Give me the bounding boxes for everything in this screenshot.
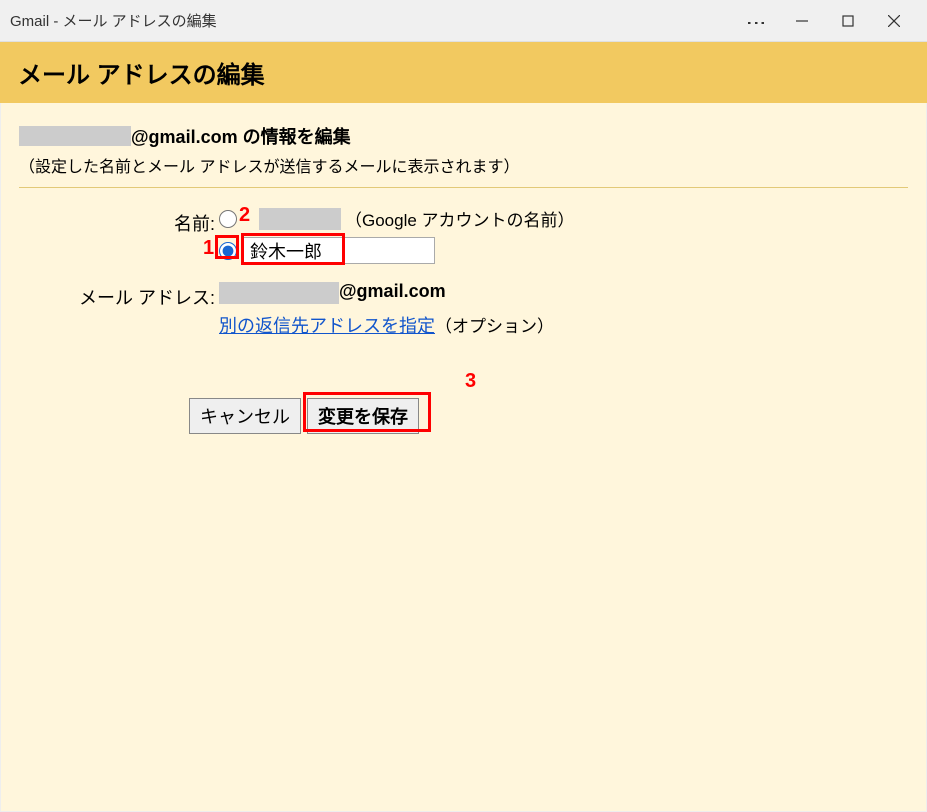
kebab-menu-button[interactable]: ⋮ [733, 0, 779, 42]
close-icon [888, 15, 900, 27]
form: 名前: 2 （Google アカウントの名前） 1 [19, 206, 575, 348]
name-option-custom: 1 [219, 237, 575, 264]
name-option-google: 2 （Google アカウントの名前） [219, 206, 575, 231]
cancel-button[interactable]: キャンセル [189, 398, 301, 434]
save-button[interactable]: 変更を保存 [307, 398, 419, 434]
page-header: メール アドレスの編集 [0, 42, 927, 103]
redacted-email-local [219, 282, 339, 304]
close-button[interactable] [871, 0, 917, 42]
radio-google-name[interactable] [219, 210, 237, 228]
info-header: @gmail.com の情報を編集 [19, 123, 908, 149]
name-label: 名前: [19, 206, 219, 280]
annotation-2: 2 [239, 204, 250, 227]
info-header-text: @gmail.com の情報を編集 [131, 123, 351, 149]
redacted-google-name [259, 208, 341, 230]
page-title: メール アドレスの編集 [18, 55, 909, 90]
annotation-3: 3 [465, 370, 476, 393]
email-label: メール アドレス: [19, 280, 219, 312]
reply-to-link[interactable]: 別の返信先アドレスを指定 [219, 316, 435, 336]
button-row: キャンセル 3 変更を保存 [189, 398, 908, 434]
redacted-email-prefix [19, 126, 131, 146]
window-title: Gmail - メール アドレスの編集 [10, 10, 217, 31]
content-area: @gmail.com の情報を編集 （設定した名前とメール アドレスが送信するメ… [0, 103, 927, 812]
custom-name-input[interactable] [241, 237, 435, 264]
maximize-button[interactable] [825, 0, 871, 42]
minimize-icon [796, 15, 808, 27]
option-note: （オプション） [435, 317, 554, 336]
titlebar: Gmail - メール アドレスの編集 ⋮ [0, 0, 927, 42]
maximize-icon [842, 15, 854, 27]
divider [19, 187, 908, 188]
google-account-note: （Google アカウントの名前） [345, 206, 575, 231]
window-controls: ⋮ [733, 0, 917, 42]
radio-custom-name[interactable] [219, 242, 237, 260]
kebab-icon: ⋮ [746, 13, 766, 29]
minimize-button[interactable] [779, 0, 825, 42]
email-domain: @gmail.com [339, 281, 446, 301]
info-subtitle: （設定した名前とメール アドレスが送信するメールに表示されます） [19, 153, 908, 177]
